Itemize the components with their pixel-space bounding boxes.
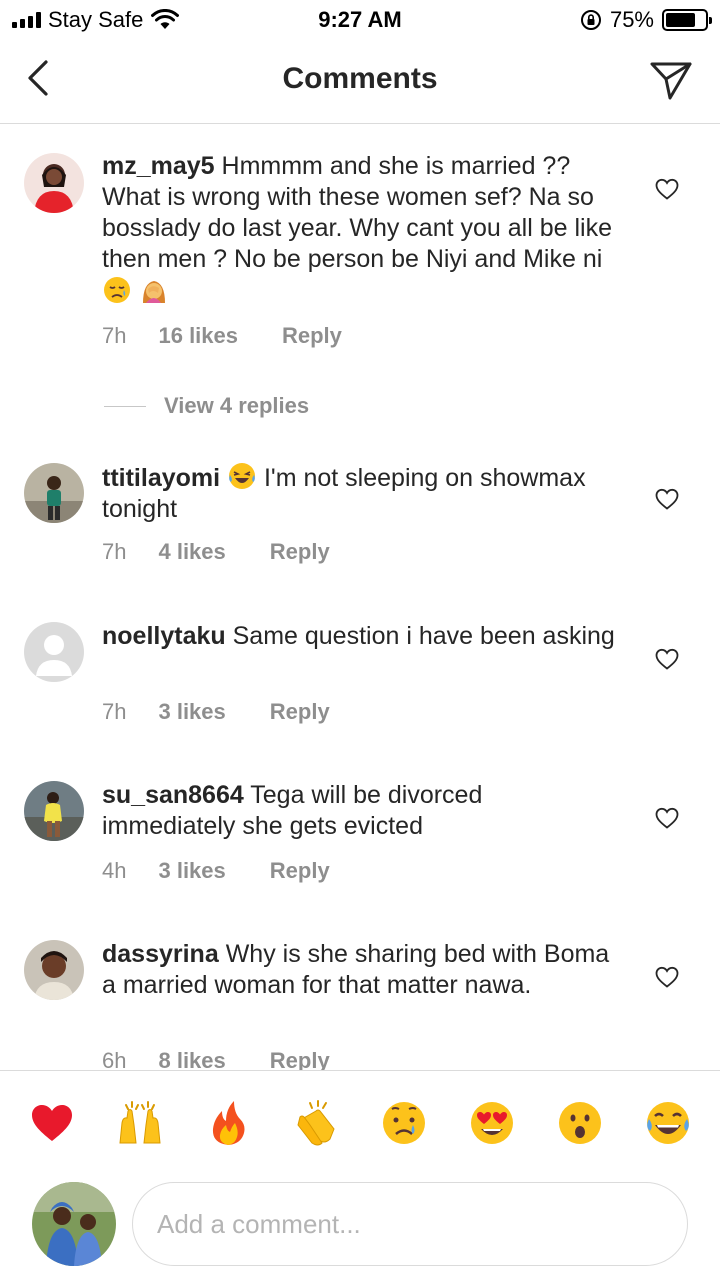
page-title: Comments: [282, 62, 438, 95]
avatar[interactable]: [24, 153, 84, 213]
divider: [104, 405, 146, 407]
like-heart-icon[interactable]: [654, 647, 680, 671]
avatar[interactable]: [24, 622, 84, 682]
like-heart-icon[interactable]: [654, 487, 680, 511]
clapping-hands-icon[interactable]: [292, 1099, 340, 1147]
battery-percent: 75%: [609, 7, 654, 32]
nav-bar: Comments: [0, 40, 720, 124]
comment-likes[interactable]: 4 likes: [158, 539, 225, 565]
avatar[interactable]: [24, 463, 84, 523]
avatar[interactable]: [24, 781, 84, 841]
reply-button[interactable]: Reply: [270, 1048, 330, 1070]
comment-text: dassyrina Why is she sharing bed with Bo…: [102, 939, 622, 1001]
comment-text: ttitilayomi I'm not sleeping on showmax …: [102, 461, 622, 525]
comment-time: 7h: [102, 539, 127, 564]
comment-meta: 7h 16 likes Reply: [102, 323, 342, 349]
comment-text: mz_may5 Hmmmm and she is married ?? What…: [102, 151, 622, 308]
tears-of-joy-icon[interactable]: [644, 1099, 692, 1147]
comment-username[interactable]: mz_may5: [102, 152, 215, 180]
reply-button[interactable]: Reply: [270, 699, 330, 725]
comment-composer: [0, 1172, 720, 1280]
like-heart-icon[interactable]: [654, 965, 680, 989]
comment-time: 4h: [102, 858, 127, 883]
comment-likes[interactable]: 16 likes: [158, 323, 238, 349]
comment-time: 7h: [102, 699, 127, 724]
comment-meta: 4h 3 likes Reply: [102, 858, 330, 884]
view-replies-label: View 4 replies: [164, 393, 310, 418]
crying-face-icon[interactable]: [380, 1099, 428, 1147]
comment-text: noellytaku Same question i have been ask…: [102, 621, 622, 652]
astonished-face-icon[interactable]: [556, 1099, 604, 1147]
comment-likes[interactable]: 3 likes: [158, 858, 225, 884]
like-heart-icon[interactable]: [654, 177, 680, 201]
comment-likes[interactable]: 8 likes: [158, 1048, 225, 1070]
add-comment-input[interactable]: [132, 1182, 688, 1266]
status-bar: Stay Safe 9:27 AM 75%: [0, 0, 720, 40]
battery-fill: [666, 13, 695, 27]
comment-list[interactable]: mz_may5 Hmmmm and she is married ?? What…: [0, 125, 720, 1070]
view-replies-button[interactable]: View 4 replies: [104, 393, 309, 419]
heart-eyes-icon[interactable]: [468, 1099, 516, 1147]
reply-button[interactable]: Reply: [270, 539, 330, 565]
avatar[interactable]: [24, 940, 84, 1000]
red-heart-icon[interactable]: [28, 1099, 76, 1147]
comment-meta: 7h 3 likes Reply: [102, 699, 330, 725]
sad-face-emoji: [104, 277, 130, 303]
reply-button[interactable]: Reply: [270, 858, 330, 884]
reply-button[interactable]: Reply: [282, 323, 342, 349]
current-user-avatar: [32, 1182, 116, 1266]
comment-likes[interactable]: 3 likes: [158, 699, 225, 725]
send-icon[interactable]: [648, 58, 694, 102]
like-heart-icon[interactable]: [654, 806, 680, 830]
orientation-lock-icon: [580, 10, 601, 30]
status-right: 75%: [580, 6, 712, 34]
comment-meta: 7h 4 likes Reply: [102, 539, 330, 565]
battery-icon: [662, 9, 712, 31]
comment-username[interactable]: ttitilayomi: [102, 464, 220, 492]
comment-username[interactable]: su_san8664: [102, 781, 244, 809]
comment-username[interactable]: noellytaku: [102, 622, 226, 650]
laughing-tears-emoji: [229, 463, 256, 489]
comment-username[interactable]: dassyrina: [102, 940, 219, 968]
comment-body: Same question i have been asking: [232, 622, 615, 650]
comment-time: 7h: [102, 323, 127, 348]
facepalm-woman-emoji: [142, 281, 165, 303]
comment-time: 6h: [102, 1048, 127, 1070]
fire-icon[interactable]: [204, 1099, 252, 1147]
emoji-reaction-bar: [0, 1070, 720, 1172]
raising-hands-icon[interactable]: [116, 1099, 164, 1147]
comment-meta: 6h 8 likes Reply: [102, 1048, 330, 1070]
comment-text: su_san8664 Tega will be divorced immedia…: [102, 780, 622, 842]
